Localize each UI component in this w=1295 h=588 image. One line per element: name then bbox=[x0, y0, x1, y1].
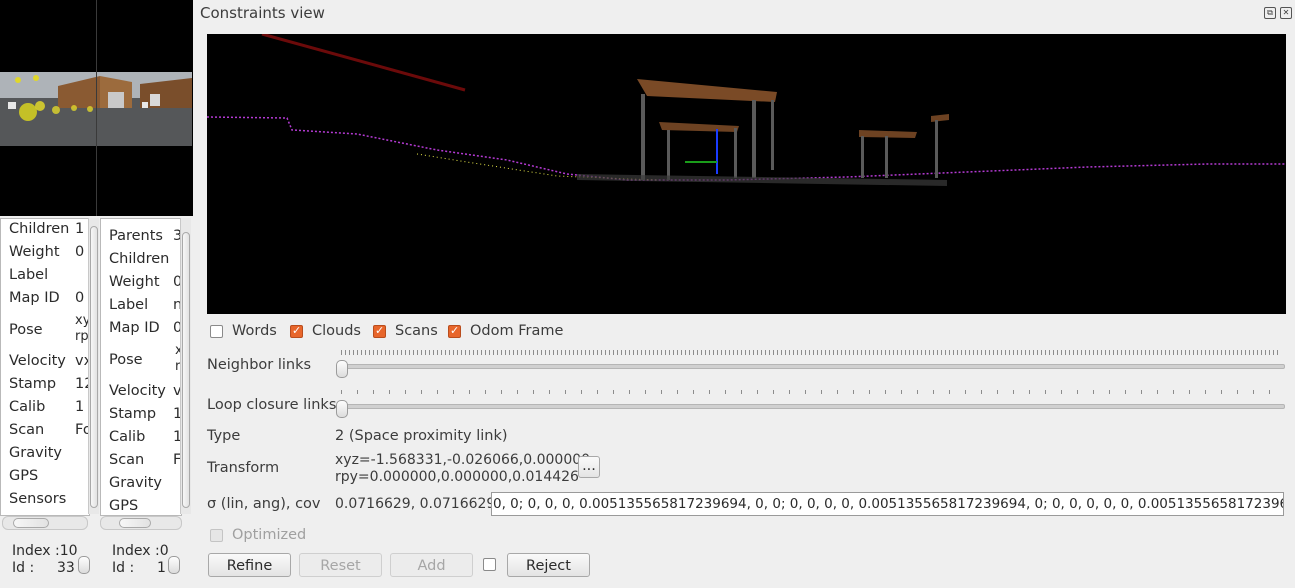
prop-label-stamp: Stamp bbox=[109, 406, 157, 422]
prop-label-velocity: Velocity bbox=[9, 353, 66, 369]
loop-closure-links-ticks bbox=[341, 390, 1281, 394]
optimized-checkbox[interactable] bbox=[210, 529, 223, 542]
transform-rpy: rpy=0.000000,0.000000,0.014426 bbox=[335, 469, 579, 485]
node-info-table-right: Parents 3 Children Weight 0 Label n Map … bbox=[100, 218, 182, 516]
scans-label: Scans bbox=[395, 323, 438, 339]
scroll-thumb[interactable] bbox=[90, 226, 98, 508]
optimized-label: Optimized bbox=[232, 527, 307, 543]
covariance-field[interactable]: 0, 0; 0, 0, 0, 0.005135565817239694, 0, … bbox=[491, 492, 1284, 516]
node-info-left-hscrollbar[interactable] bbox=[2, 516, 88, 530]
panel-title: Constraints view bbox=[200, 4, 325, 22]
reject-button[interactable]: Reject bbox=[507, 553, 590, 577]
scroll-thumb[interactable] bbox=[119, 518, 151, 528]
loop-closure-links-track[interactable] bbox=[341, 404, 1285, 409]
left-id-value: 33 bbox=[57, 560, 75, 576]
prop-value-map-id: 0 bbox=[75, 290, 85, 306]
prop-label-label: Label bbox=[109, 297, 149, 313]
prop-label-weight: Weight bbox=[109, 274, 160, 290]
refine-button[interactable]: Refine bbox=[208, 553, 291, 577]
add-option-checkbox[interactable] bbox=[483, 558, 496, 571]
add-button[interactable]: Add bbox=[390, 553, 473, 577]
right-id-label: Id : bbox=[112, 560, 135, 576]
prop-value-pose-rpy: rp bbox=[75, 329, 89, 344]
prop-label-map-id: Map ID bbox=[109, 320, 160, 336]
neighbor-links-track[interactable] bbox=[341, 364, 1285, 369]
node-info-right-hscrollbar[interactable] bbox=[100, 516, 182, 530]
clouds-checkbox[interactable] bbox=[290, 324, 303, 338]
right-id-value: 1 bbox=[157, 560, 166, 576]
prop-label-weight: Weight bbox=[9, 244, 60, 260]
loop-closure-links-slider[interactable] bbox=[336, 400, 348, 418]
prop-label-scan: Scan bbox=[9, 422, 45, 438]
transform-details-button[interactable]: ... bbox=[578, 456, 600, 478]
prop-value-calib: 1 bbox=[75, 399, 85, 415]
sigma-value: 0.0716629, 0.0716629 bbox=[335, 496, 496, 512]
left-index-label: Index :10 bbox=[12, 543, 78, 559]
transform-label: Transform bbox=[207, 460, 280, 476]
scroll-thumb[interactable] bbox=[182, 232, 190, 508]
prop-label-parents: Parents bbox=[109, 228, 163, 244]
sigma-cov-label: σ (lin, ang), cov bbox=[207, 496, 321, 512]
prop-label-map-id: Map ID bbox=[9, 290, 60, 306]
prop-label-gps: GPS bbox=[109, 498, 139, 514]
type-label: Type bbox=[207, 428, 241, 444]
prop-value-children: 1 bbox=[75, 221, 85, 237]
odom-frame-label: Odom Frame bbox=[470, 323, 564, 339]
scroll-thumb[interactable] bbox=[13, 518, 49, 528]
neighbor-links-slider[interactable] bbox=[336, 360, 348, 378]
node-info-right-vscrollbar[interactable] bbox=[180, 218, 191, 514]
left-id-label: Id : bbox=[12, 560, 35, 576]
prop-label-scan: Scan bbox=[109, 452, 145, 468]
words-label: Words bbox=[232, 323, 277, 339]
reset-button[interactable]: Reset bbox=[299, 553, 382, 577]
node-info-left-vscrollbar[interactable] bbox=[88, 218, 99, 514]
neighbor-links-label: Neighbor links bbox=[207, 357, 312, 373]
prop-label-sensors: Sensors bbox=[9, 491, 67, 507]
node-info-table-left: Children 1 Weight 0 Label Map ID 0 Pose … bbox=[0, 218, 90, 516]
scans-checkbox[interactable] bbox=[373, 324, 386, 338]
image-divider bbox=[96, 0, 97, 216]
prop-label-gps: GPS bbox=[9, 468, 39, 484]
right-index-slider[interactable] bbox=[168, 556, 180, 574]
point-cloud-render bbox=[206, 32, 1286, 186]
float-window-icon[interactable]: ⧉ bbox=[1264, 7, 1276, 19]
right-index-label: Index :0 bbox=[112, 543, 169, 559]
prop-label-stamp: Stamp bbox=[9, 376, 57, 392]
3d-constraints-viewer[interactable] bbox=[206, 32, 1286, 314]
clouds-label: Clouds bbox=[312, 323, 361, 339]
prop-label-label: Label bbox=[9, 267, 49, 283]
prop-value-weight: 0 bbox=[75, 244, 85, 260]
prop-label-gravity: Gravity bbox=[109, 475, 162, 491]
loop-closure-links-label: Loop closure links bbox=[207, 397, 337, 413]
prop-label-pose: Pose bbox=[9, 322, 43, 338]
type-value: 2 (Space proximity link) bbox=[335, 428, 508, 444]
prop-label-calib: Calib bbox=[109, 429, 146, 445]
prop-label-gravity: Gravity bbox=[9, 445, 62, 461]
close-icon[interactable]: ✕ bbox=[1280, 7, 1292, 19]
words-checkbox[interactable] bbox=[210, 325, 223, 338]
left-index-slider[interactable] bbox=[78, 556, 90, 574]
prop-label-pose: Pose bbox=[109, 352, 143, 368]
prop-label-children: Children bbox=[9, 221, 70, 237]
prop-label-velocity: Velocity bbox=[109, 383, 166, 399]
prop-label-children: Children bbox=[109, 251, 170, 267]
neighbor-links-ticks bbox=[341, 350, 1281, 355]
prop-label-calib: Calib bbox=[9, 399, 46, 415]
transform-xyz: xyz=-1.568331,-0.026066,0.000000 bbox=[335, 452, 591, 468]
odom-frame-checkbox[interactable] bbox=[448, 324, 461, 338]
